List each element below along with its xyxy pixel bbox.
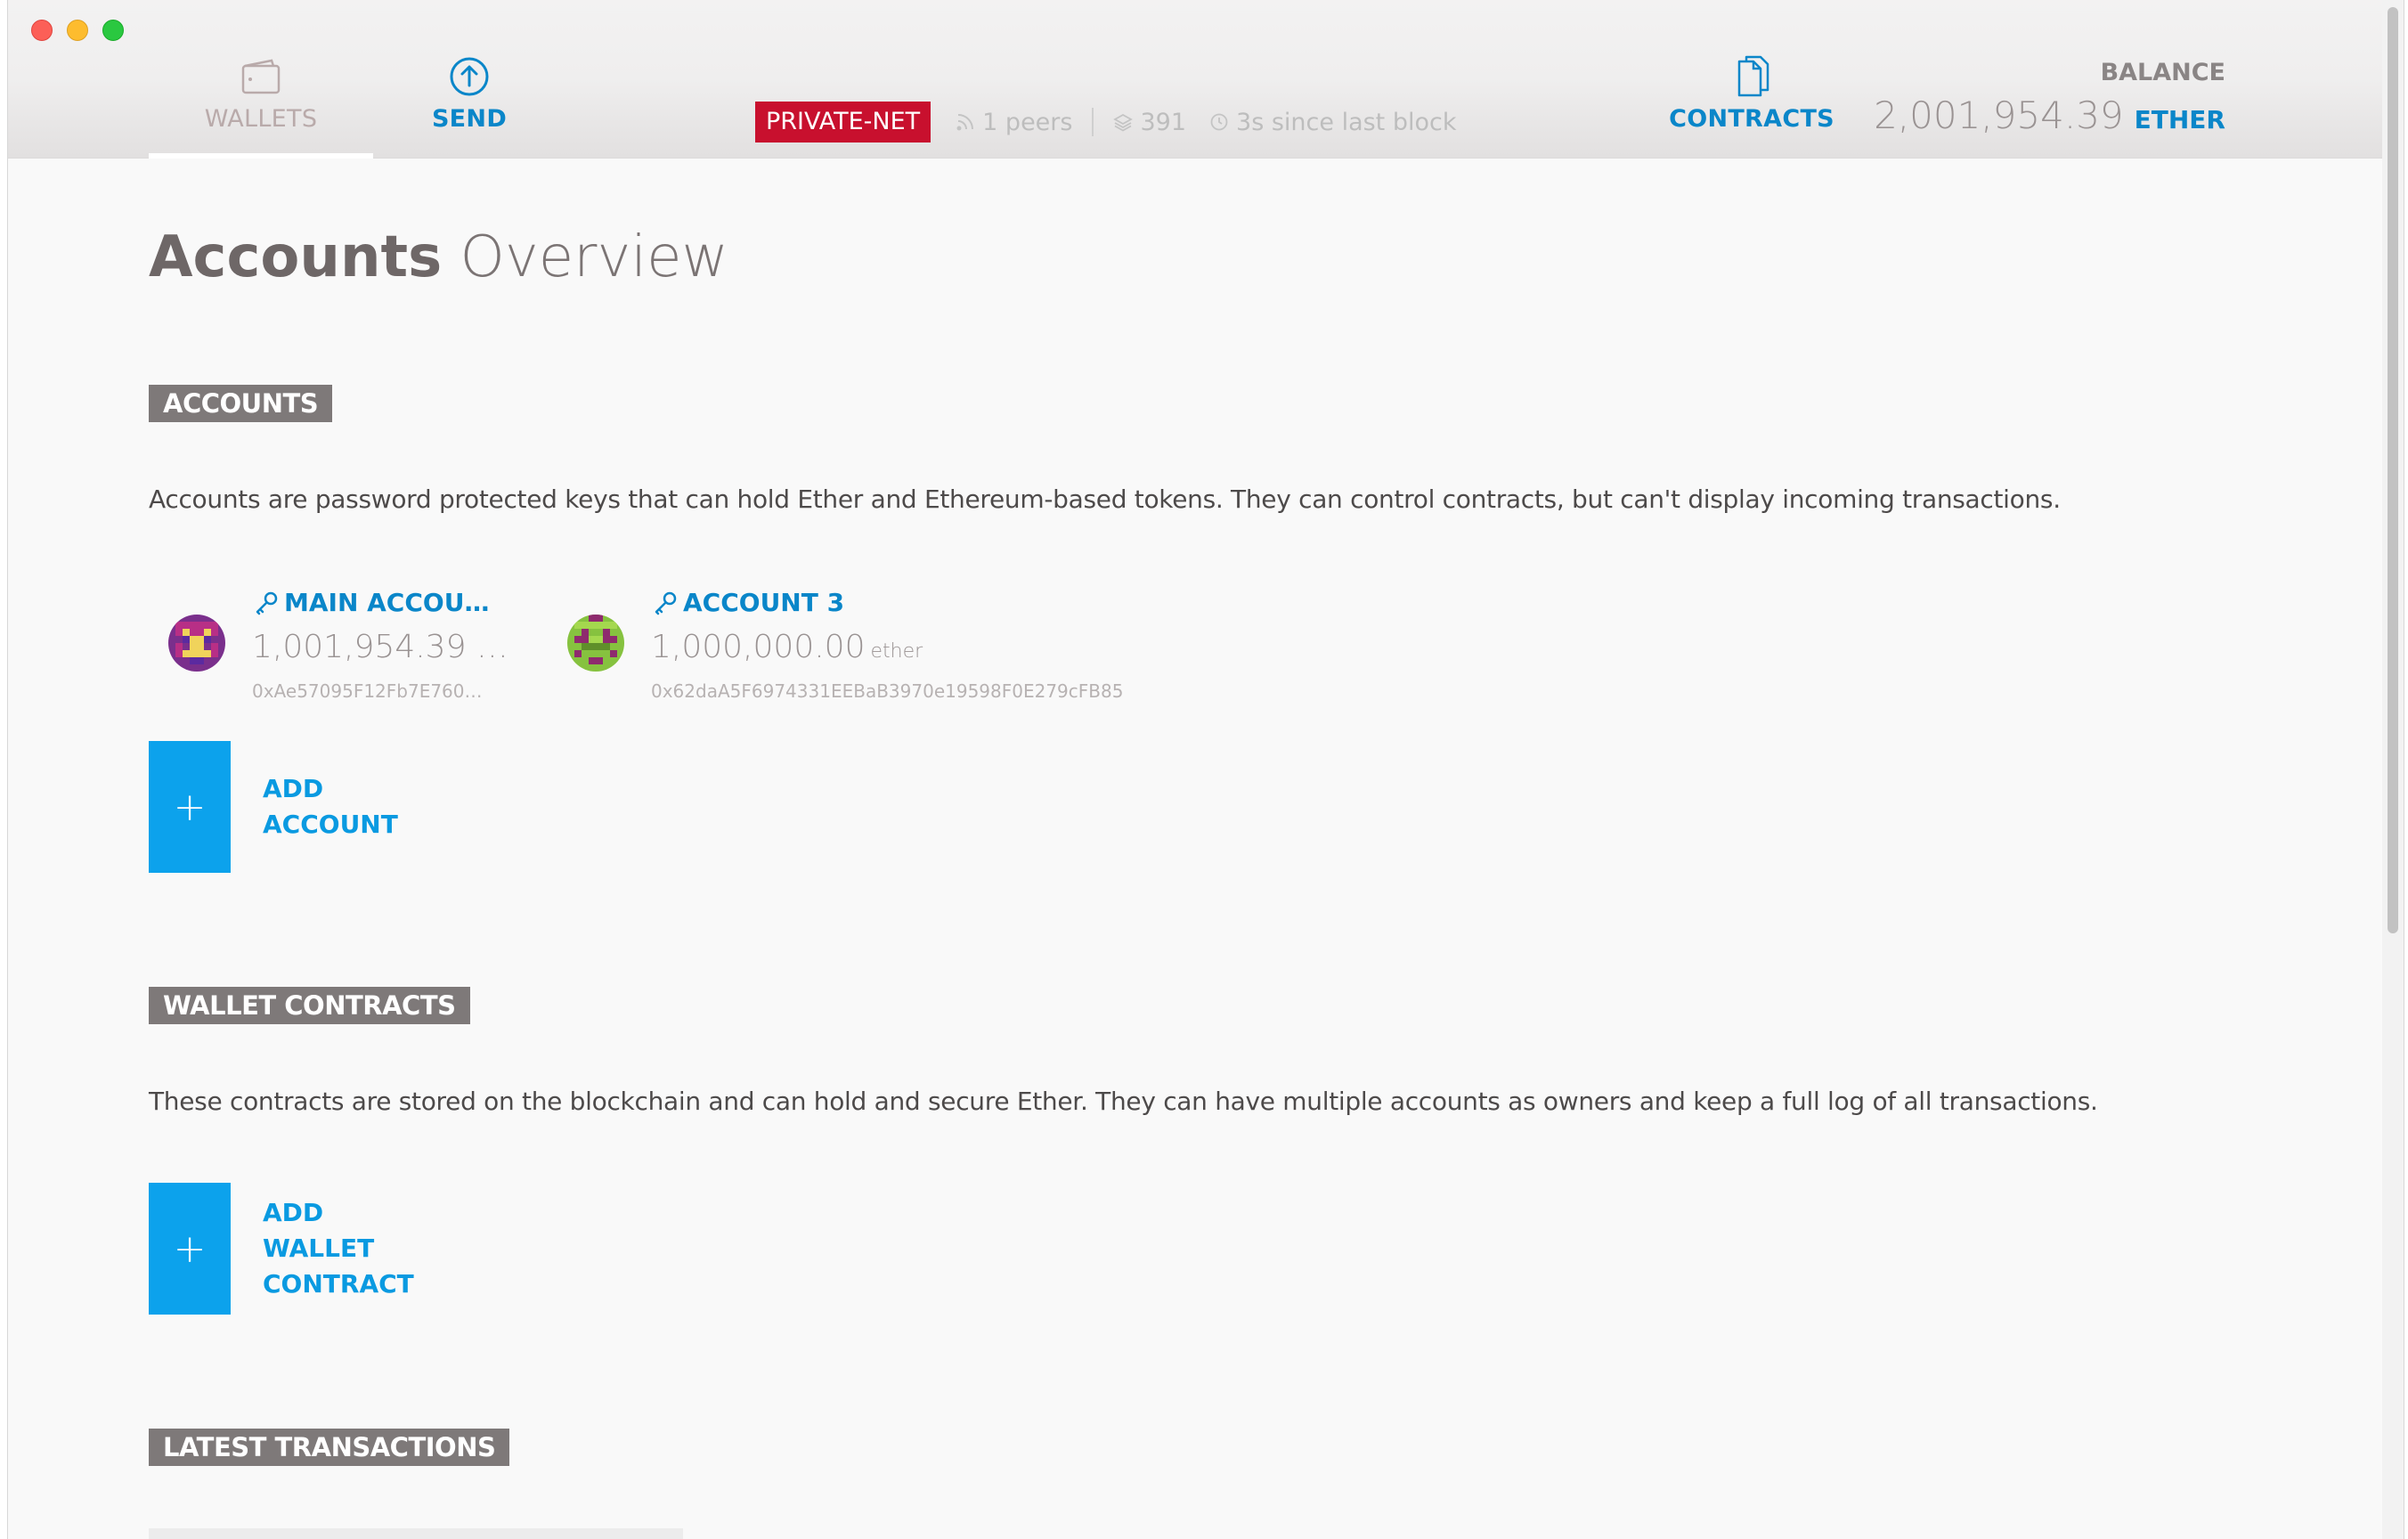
accounts-description: Accounts are password protected keys tha… (149, 484, 2061, 514)
peers-stat: 1 peers (956, 109, 1072, 136)
documents-icon (1727, 53, 1777, 100)
nav-wallets-label: WALLETS (204, 105, 318, 133)
key-icon (655, 591, 677, 615)
add-account-button[interactable]: + ADD ACCOUNT (149, 741, 441, 873)
account-card-3[interactable]: ACCOUNT 3 1,000,000.00 ether 0x62daA5F697… (548, 588, 1153, 712)
account-balance: 1,001,954.39 … (252, 629, 508, 665)
arrow-up-circle-icon (444, 53, 494, 100)
account-balance: 1,000,000.00 ether (651, 629, 923, 665)
vertical-scrollbar[interactable] (2382, 0, 2404, 1539)
signal-icon (956, 114, 974, 131)
balance-unit[interactable]: ETHER (2135, 105, 2225, 134)
balance-value: 2,001,954.39 (1874, 94, 2124, 137)
since-last-block: 3s since last block (1236, 108, 1457, 136)
account-address: 0x62daA5F6974331EEBaB3970e19598F0E279cFB… (651, 680, 1124, 702)
main-content: Accounts Overview ACCOUNTS Accounts are … (149, 159, 2368, 1539)
nav-send[interactable]: SEND (418, 53, 521, 159)
nav-contracts-label: CONTRACTS (1669, 105, 1834, 133)
top-bar: WALLETS SEND PRIVATE-NET 1 peers 391 3s … (8, 0, 2404, 159)
wallet-window: WALLETS SEND PRIVATE-NET 1 peers 391 3s … (7, 0, 2404, 1539)
plus-icon: + (149, 1183, 231, 1315)
latest-transactions-section-label: LATEST TRANSACTIONS (149, 1429, 510, 1466)
network-badge: PRIVATE-NET (755, 102, 931, 142)
account-name-text: MAIN ACCOU… (284, 588, 490, 617)
balance-label: BALANCE (2100, 59, 2225, 86)
account-balance-unit: ether (870, 640, 923, 663)
key-icon (256, 591, 278, 615)
page-title: Accounts Overview (149, 224, 728, 290)
scrollbar-thumb[interactable] (2388, 7, 2398, 933)
add-account-label: ADD ACCOUNT (263, 774, 398, 839)
network-status: PRIVATE-NET 1 peers 391 3s since last bl… (755, 102, 1457, 142)
page-title-strong: Accounts (149, 224, 443, 290)
block-number: 391 (1140, 108, 1187, 136)
clock-icon (1210, 113, 1228, 131)
layers-icon (1113, 113, 1134, 132)
total-balance: BALANCE 2,001,954.39 ETHER (1874, 59, 2225, 137)
maximize-window-button[interactable] (102, 20, 124, 41)
nav-wallets[interactable]: WALLETS (149, 53, 373, 159)
accounts-section-label: ACCOUNTS (149, 385, 333, 422)
account-identicon (567, 615, 624, 672)
nav-send-label: SEND (431, 105, 508, 133)
add-wallet-contract-label: ADD WALLET CONTRACT (263, 1198, 414, 1299)
account-name-text: ACCOUNT 3 (683, 588, 845, 617)
account-address: 0xAe57095F12Fb7E760… (252, 680, 483, 702)
account-card-main[interactable]: MAIN ACCOU… 1,001,954.39 … 0xAe57095F12F… (149, 588, 523, 712)
account-name: MAIN ACCOU… (252, 588, 489, 617)
plus-icon: + (149, 741, 231, 873)
last-block-stat: 3s since last block (1209, 108, 1457, 136)
wallet-icon (236, 53, 286, 100)
account-identicon (168, 615, 225, 672)
close-window-button[interactable] (31, 20, 53, 41)
account-balance-value: 1,000,000.00 (651, 629, 866, 665)
wallet-contracts-section-label: WALLET CONTRACTS (149, 987, 470, 1024)
wallet-contracts-description: These contracts are stored on the blockc… (149, 1087, 2098, 1116)
minimize-window-button[interactable] (67, 20, 88, 41)
add-wallet-contract-button[interactable]: + ADD WALLET CONTRACT (149, 1183, 441, 1315)
page-title-light: Overview (460, 224, 728, 290)
nav-contracts[interactable]: CONTRACTS (1669, 53, 1834, 159)
account-balance-value: 1,001,954.39 … (252, 629, 508, 665)
block-stat: 391 (1113, 109, 1186, 136)
divider (1092, 108, 1094, 136)
peers-count: 1 peers (982, 108, 1073, 136)
transactions-table-top (149, 1528, 683, 1539)
account-name: ACCOUNT 3 (651, 588, 844, 617)
